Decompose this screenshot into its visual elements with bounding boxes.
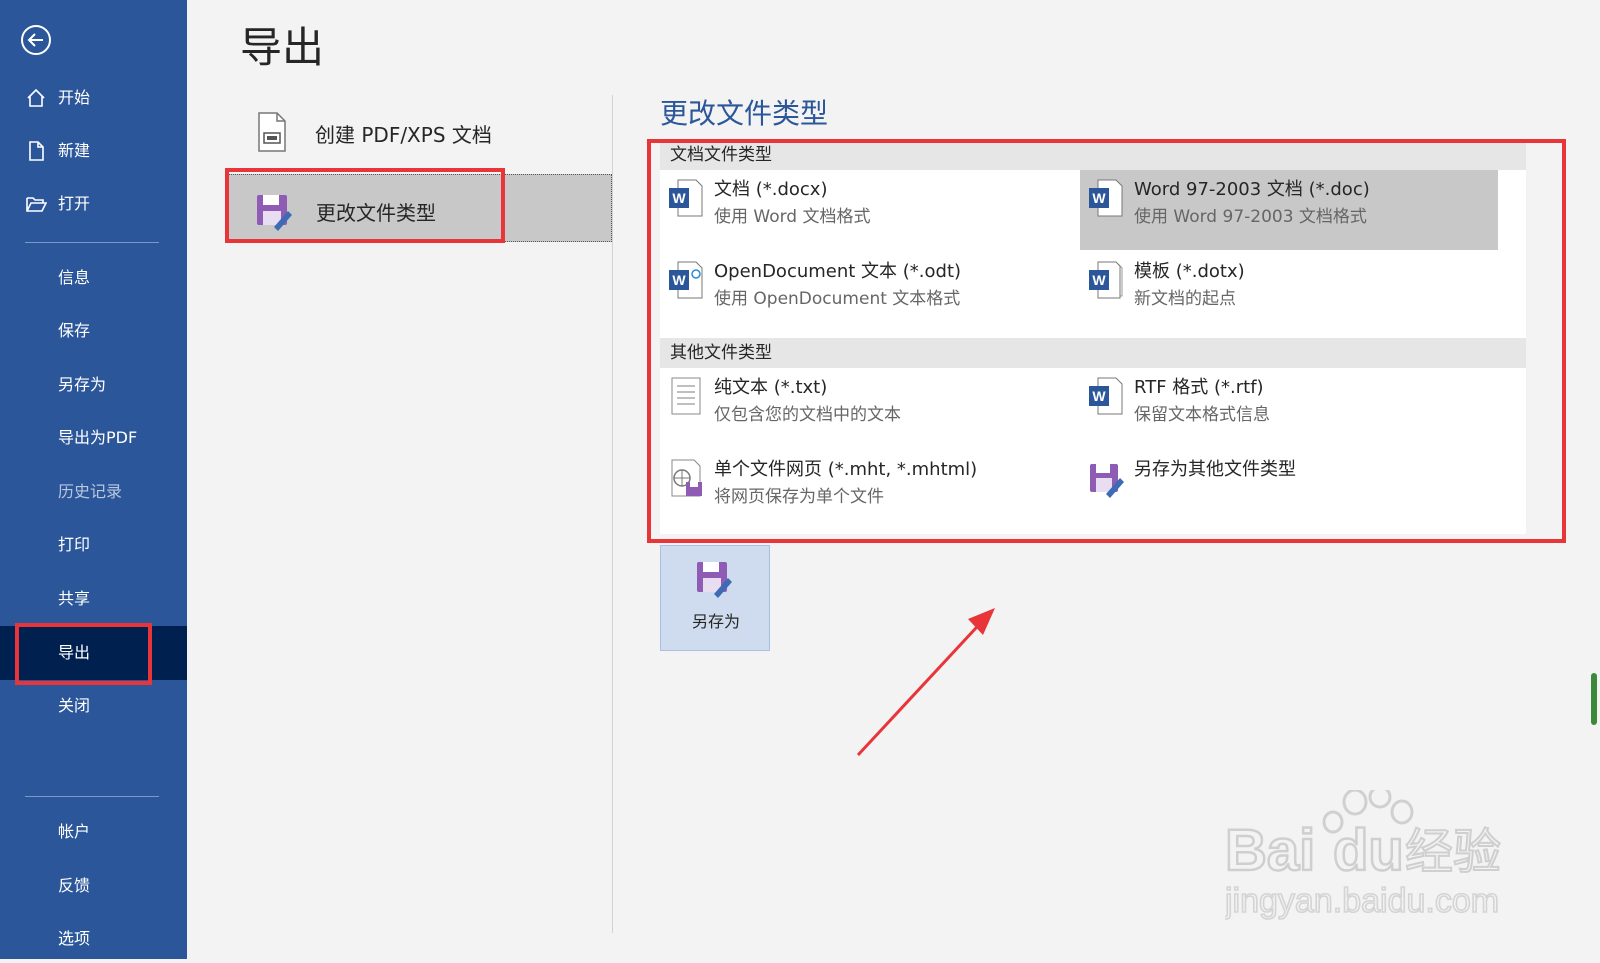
nav-item-save[interactable]: 保存	[0, 307, 187, 355]
nav-item-close[interactable]: 关闭	[0, 682, 187, 730]
nav-item-print[interactable]: 打印	[0, 521, 187, 569]
nav-item-label: 历史记录	[58, 482, 123, 501]
folder-open-icon	[26, 197, 47, 212]
web-page-icon	[671, 459, 702, 497]
nav-item-label: 新建	[58, 141, 91, 160]
file-type-desc: 使用 Word 97-2003 文档格式	[1134, 207, 1367, 227]
nav-item-label: 开始	[58, 88, 91, 107]
scrollbar-thumb[interactable]	[1591, 673, 1597, 725]
file-type-title: 另存为其他文件类型	[1134, 459, 1296, 480]
nav-item-home[interactable]: 开始	[0, 74, 187, 122]
export-option-change-file-type[interactable]: 更改文件类型	[225, 174, 612, 242]
home-icon	[27, 88, 45, 107]
file-type-title: 纯文本 (*.txt)	[714, 377, 828, 398]
nav-item-label: 导出为PDF	[58, 428, 138, 447]
nav-item-history: 历史记录	[0, 468, 187, 516]
file-type-desc: 将网页保存为单个文件	[714, 487, 884, 507]
nav-item-share[interactable]: 共享	[0, 575, 187, 623]
word-document-icon: W	[669, 179, 703, 217]
nav-item-label: 选项	[58, 929, 91, 948]
export-option-create-pdf[interactable]: 创建 PDF/XPS 文档	[225, 97, 612, 165]
export-option-label: 创建 PDF/XPS 文档	[315, 123, 492, 147]
file-type-title: Word 97-2003 文档 (*.doc)	[1134, 179, 1370, 200]
pdf-document-icon	[258, 112, 286, 152]
nav-item-export[interactable]: 导出	[0, 626, 187, 680]
save-as-button[interactable]: 另存为	[660, 545, 770, 651]
nav-item-label: 打开	[58, 194, 91, 213]
save-as-file-type-icon	[257, 195, 292, 231]
file-type-mht[interactable]: 单个文件网页 (*.mht, *.mhtml) 将网页保存为单个文件	[660, 450, 1078, 530]
nav-item-label: 另存为	[58, 375, 107, 394]
file-type-dotx[interactable]: W 模板 (*.dotx) 新文档的起点	[1080, 252, 1498, 332]
nav-item-new[interactable]: 新建	[0, 127, 187, 175]
file-type-doc[interactable]: W Word 97-2003 文档 (*.doc) 使用 Word 97-200…	[1080, 170, 1498, 250]
file-type-other[interactable]: 另存为其他文件类型	[1080, 450, 1498, 530]
svg-text:du: du	[1333, 818, 1404, 883]
file-type-panel: 文档文件类型 W 文档 (*.docx) 使用 Word 文档格式 W Word…	[660, 140, 1526, 534]
nav-item-options[interactable]: 选项	[0, 915, 187, 963]
file-type-title: 文档 (*.docx)	[714, 179, 828, 200]
svg-text:W: W	[1092, 272, 1106, 288]
column-divider	[612, 95, 613, 933]
svg-text:W: W	[672, 190, 686, 206]
opendocument-text-icon: W	[669, 261, 703, 299]
nav-item-feedback[interactable]: 反馈	[0, 862, 187, 910]
annotation-arrow	[856, 608, 995, 757]
back-arrow-icon[interactable]	[20, 24, 52, 56]
file-type-desc: 新文档的起点	[1134, 289, 1236, 309]
nav-item-save-as[interactable]: 另存为	[0, 361, 187, 409]
nav-item-label: 反馈	[58, 876, 91, 895]
export-option-label: 更改文件类型	[316, 201, 436, 225]
file-type-rtf[interactable]: W RTF 格式 (*.rtf) 保留文本格式信息	[1080, 368, 1498, 448]
page-title: 导出	[240, 23, 325, 72]
svg-text:W: W	[672, 272, 686, 288]
svg-text:Bai: Bai	[1225, 818, 1315, 883]
file-type-txt[interactable]: 纯文本 (*.txt) 仅包含您的文档中的文本	[660, 368, 1078, 448]
file-type-title: OpenDocument 文本 (*.odt)	[714, 261, 962, 282]
word-97-2003-icon: W	[1089, 179, 1123, 217]
file-type-title: 模板 (*.dotx)	[1134, 261, 1245, 282]
file-type-desc: 使用 Word 文档格式	[714, 207, 871, 227]
nav-item-label: 信息	[58, 268, 91, 287]
new-document-icon	[29, 141, 44, 161]
nav-item-account[interactable]: 帐户	[0, 808, 187, 856]
save-as-icon	[697, 562, 732, 598]
svg-text:经验: 经验	[1405, 824, 1501, 880]
file-type-desc: 使用 OpenDocument 文本格式	[714, 289, 961, 309]
nav-separator	[25, 242, 159, 243]
nav-item-label: 关闭	[58, 696, 91, 715]
svg-text:W: W	[1092, 388, 1106, 404]
file-type-desc: 仅包含您的文档中的文本	[714, 405, 901, 425]
save-as-other-icon	[1090, 464, 1124, 498]
nav-item-open[interactable]: 打开	[0, 180, 187, 228]
nav-item-label: 保存	[58, 321, 91, 340]
svg-text:W: W	[1092, 190, 1106, 206]
rtf-document-icon: W	[1089, 377, 1123, 415]
file-type-title: 单个文件网页 (*.mht, *.mhtml)	[714, 459, 978, 480]
nav-item-label: 打印	[58, 535, 91, 554]
baidu-jingyan-watermark: Bai du 经验 jingyan.baidu.com	[1225, 790, 1502, 921]
nav-item-info[interactable]: 信息	[0, 254, 187, 302]
save-as-button-label: 另存为	[691, 612, 740, 631]
file-type-docx[interactable]: W 文档 (*.docx) 使用 Word 文档格式	[660, 170, 1078, 250]
backstage-sidebar: 开始 新建 打开 信息 保存 另存为 导出为PDF 历史记录 打印 共享 导出 …	[0, 0, 187, 959]
file-type-desc: 保留文本格式信息	[1134, 405, 1270, 425]
group-header-document-types: 文档文件类型	[660, 140, 1526, 170]
nav-item-label: 共享	[58, 589, 91, 608]
svg-text:jingyan.baidu.com: jingyan.baidu.com	[1225, 882, 1499, 920]
change-type-title: 更改文件类型	[660, 97, 829, 130]
nav-item-label: 帐户	[58, 822, 91, 841]
file-type-odt[interactable]: W OpenDocument 文本 (*.odt) 使用 OpenDocumen…	[660, 252, 1078, 332]
plain-text-icon	[671, 377, 701, 415]
nav-item-label: 导出	[58, 643, 91, 662]
file-type-title: RTF 格式 (*.rtf)	[1134, 377, 1264, 398]
group-header-other-types: 其他文件类型	[660, 338, 1526, 368]
nav-item-export-pdf[interactable]: 导出为PDF	[0, 414, 187, 462]
nav-separator	[25, 796, 159, 797]
word-template-icon: W	[1089, 261, 1123, 299]
